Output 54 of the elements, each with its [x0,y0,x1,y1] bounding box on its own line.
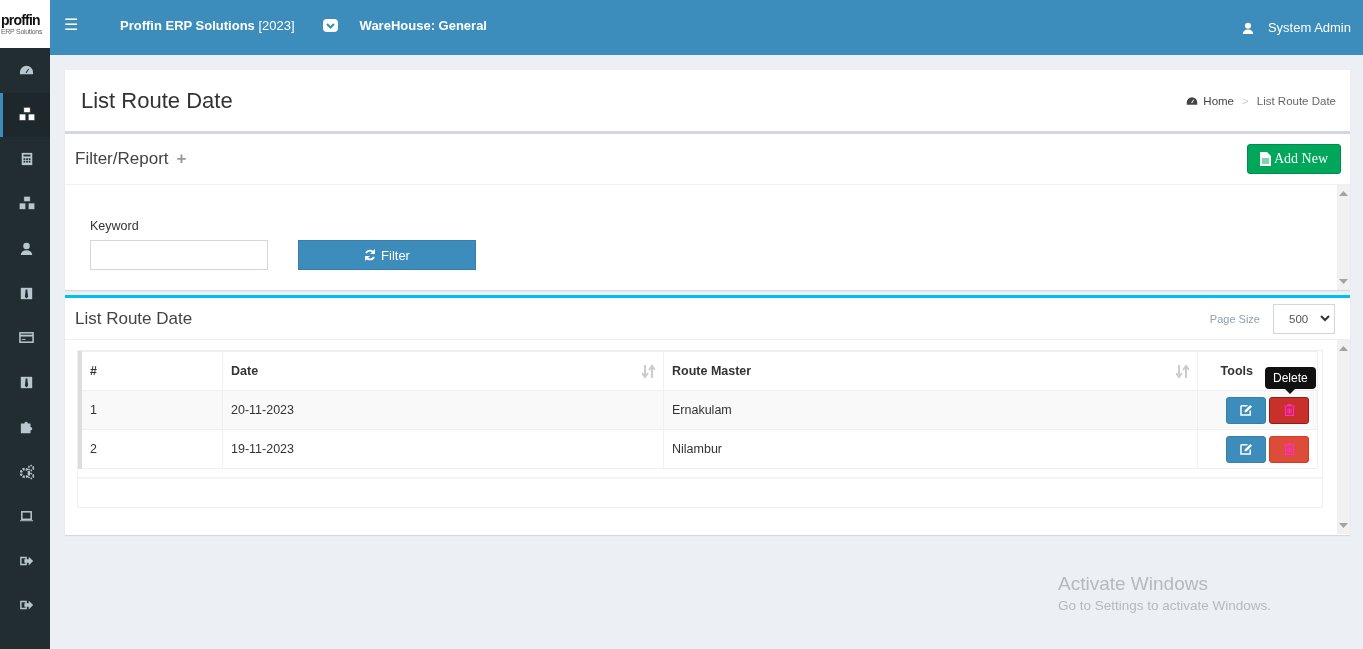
table-cell: 20-11-2023 [231,403,294,417]
gears-icon [18,463,35,480]
user-icon [20,242,33,256]
document-icon [1259,152,1271,166]
dropdown-icon[interactable] [322,19,338,32]
app-title: Proffin ERP Solutions [2023] [120,18,295,33]
page-title: List Route Date [81,87,233,114]
edit-button[interactable] [1226,396,1266,424]
table-cell: 19-11-2023 [231,442,294,456]
sidebar-item[interactable] [0,92,50,138]
breadcrumb-link[interactable]: Home [1186,94,1234,107]
edit-icon [1239,443,1253,455]
puzzle-icon [19,420,34,435]
column-header[interactable]: Date [231,364,259,378]
column-header: # [90,364,97,378]
laptop-icon [19,508,34,524]
table-cell: Ernakulam [672,403,732,417]
page-size-label: Page Size [1209,312,1260,325]
chevron-down-icon [1320,315,1330,322]
tie-icon [20,286,33,300]
delete-button[interactable] [1269,396,1309,424]
tie-icon [20,375,33,389]
panel-title: Filter/Report [75,149,169,169]
refresh-icon [364,249,377,261]
delete-button[interactable] [1269,435,1309,463]
trash-icon [1283,443,1295,455]
logo-text: proffin [1,12,40,28]
tooltip-pointer-icon [1285,388,1296,394]
breadcrumb-separator: > [1242,94,1249,107]
credit-card-icon [19,330,34,346]
trash-icon [1283,404,1295,416]
expand-button[interactable]: + [176,149,187,169]
edit-button[interactable] [1226,435,1266,463]
table-cell: 1 [90,403,97,417]
warehouse-label: WareHouse: General [359,18,487,33]
column-header[interactable]: Route Master [672,364,752,378]
dashboard-icon [1186,95,1199,106]
field-label: Keyword [90,219,140,233]
user-menu[interactable]: System Admin [1241,20,1351,35]
breadcrumb-current: List Route Date [1256,94,1336,107]
menu-button[interactable]: ☰ [64,15,78,34]
page-size-select[interactable]: 500 [1273,303,1335,334]
table-cell: Nilambur [672,442,722,456]
add-new-button[interactable]: Add New [1246,144,1341,174]
panel-title: List Route Date [75,308,193,329]
calculator-icon [19,152,34,167]
tooltip: Delete [1265,366,1316,389]
table-cell: 2 [90,442,97,456]
column-header: Tools [1220,364,1253,378]
filter-button[interactable]: Filter [298,240,476,270]
cubes-icon [17,105,36,124]
user-icon [1241,21,1254,34]
keyword-field[interactable] [90,240,268,270]
edit-icon [1239,404,1253,416]
